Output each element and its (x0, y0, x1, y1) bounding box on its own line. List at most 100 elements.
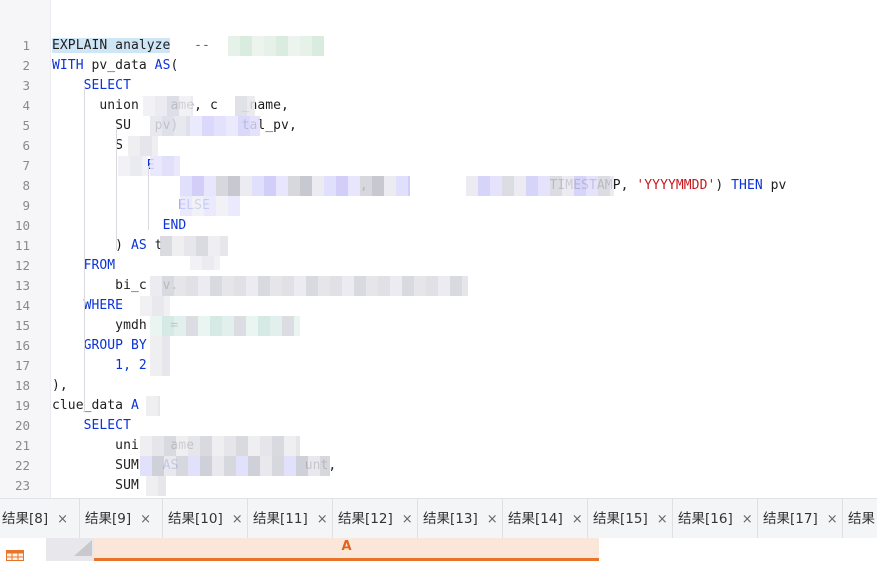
tab-divider (162, 499, 163, 539)
tab-divider (79, 499, 80, 539)
line-number: 16 (14, 338, 30, 353)
redaction-mosaic (118, 156, 148, 176)
redaction-mosaic (466, 176, 614, 196)
line-number: 11 (14, 238, 30, 253)
redaction-mosaic (146, 476, 166, 496)
sql-keyword: GROUP BY (83, 338, 147, 353)
redaction-mosaic (140, 436, 300, 456)
line-number: 2 (22, 58, 30, 73)
code-line: WITH pv_data AS( (52, 56, 178, 76)
code-token: ( (170, 58, 179, 73)
redaction-mosaic (150, 276, 468, 296)
result-tab-label: 结果[13] (423, 511, 478, 527)
close-icon[interactable]: × (140, 500, 151, 540)
code-line: , TIMESTAMP, 'YYYYMMDD') THEN pv (52, 176, 786, 196)
redaction-mosaic (143, 96, 193, 116)
close-icon[interactable]: × (487, 500, 498, 540)
redaction-mosaic (190, 116, 260, 136)
result-tab[interactable]: 结果[9] × (85, 499, 151, 539)
sql-keyword: FROM (83, 258, 116, 273)
line-number: 20 (14, 418, 30, 433)
result-tab-label: 结果[8] (2, 511, 49, 527)
close-icon[interactable]: × (657, 500, 668, 540)
close-icon[interactable]: × (742, 500, 753, 540)
line-number: 23 (14, 478, 30, 493)
tab-divider (842, 499, 843, 539)
close-icon[interactable]: × (317, 500, 328, 540)
sql-keyword: WITH (52, 58, 84, 73)
code-line: EXPLAIN analyze -- (52, 36, 210, 56)
close-icon[interactable]: × (827, 500, 838, 540)
result-tab-label: 结果[11] (253, 511, 308, 527)
tab-divider (757, 499, 758, 539)
code-line: SELECT (52, 416, 131, 436)
code-token: SU (52, 118, 131, 133)
sql-comment: -- (170, 38, 210, 53)
code-line: SUM (52, 476, 139, 496)
table-grid-icon[interactable] (6, 550, 24, 561)
line-number: 1 (22, 38, 30, 53)
code-token: SUM (52, 458, 139, 473)
sql-keyword: THEN (731, 178, 763, 193)
close-icon[interactable]: × (572, 500, 583, 540)
result-tab[interactable]: 结果 (848, 499, 875, 539)
result-tab-label: 结果[10] (168, 511, 223, 527)
result-tab-label: 结果[12] (338, 511, 393, 527)
tab-divider (502, 499, 503, 539)
code-token: ), (52, 378, 68, 393)
result-tab[interactable]: 结果[14] × (508, 499, 583, 539)
close-icon[interactable]: × (402, 500, 413, 540)
result-tab[interactable]: 结果[17] × (763, 499, 838, 539)
result-tab[interactable]: 结果[15] × (593, 499, 668, 539)
redaction-mosaic (140, 296, 170, 316)
result-tab[interactable]: 结果[12] × (338, 499, 413, 539)
line-number: 21 (14, 438, 30, 453)
redaction-mosaic (190, 256, 220, 270)
sql-string: 'YYYYMMDD' (636, 178, 716, 193)
code-token: EXPLAIN analyze (52, 38, 171, 53)
redaction-mosaic (150, 336, 170, 356)
result-tab[interactable]: 结果[16] × (678, 499, 753, 539)
redaction-mosaic (180, 176, 410, 196)
tab-divider (417, 499, 418, 539)
code-line: clue_data A (52, 396, 139, 416)
tab-divider (247, 499, 248, 539)
code-token: ) (52, 238, 131, 253)
line-number: 8 (22, 178, 30, 193)
result-tab-label: 结果[14] (508, 511, 563, 527)
code-token: ymdh (52, 318, 147, 333)
result-tab[interactable]: 结果[8] × (2, 499, 68, 539)
tab-divider (332, 499, 333, 539)
code-token: SUM (52, 478, 139, 493)
line-number: 10 (14, 218, 30, 233)
line-number: 13 (14, 278, 30, 293)
result-tab[interactable]: 结果[13] × (423, 499, 498, 539)
redaction-mosaic (140, 456, 330, 476)
redaction-mosaic (150, 356, 170, 376)
line-number: 5 (22, 118, 30, 133)
line-number: 9 (22, 198, 30, 213)
line-number: 17 (14, 358, 30, 373)
column-header-a[interactable]: A (94, 538, 599, 561)
sql-keyword: 1, 2 (52, 358, 147, 373)
line-number: 19 (14, 398, 30, 413)
line-number-gutter: 1 2 3 4 5 6 7 8 9 10 11 12 13 14 15 16 17 18 19 20 21 22 23 (0, 0, 51, 498)
line-number: 18 (14, 378, 30, 393)
sql-keyword: A (130, 398, 139, 413)
indent-guide (148, 166, 149, 230)
code-token: , (620, 178, 637, 193)
sql-editor[interactable]: 1 2 3 4 5 6 7 8 9 10 11 12 13 14 15 16 17 18 19 20 21 22 23 EX… (0, 0, 877, 498)
result-tab[interactable]: 结果[11] × (253, 499, 328, 539)
close-icon[interactable]: × (232, 500, 243, 540)
tab-divider (587, 499, 588, 539)
code-token: clue_data (52, 398, 131, 413)
result-tab[interactable]: 结果[10] × (168, 499, 243, 539)
redaction-mosaic (146, 396, 160, 416)
result-tab-label: 结果 (848, 511, 875, 527)
code-token: pv_data (83, 58, 155, 73)
close-icon[interactable]: × (57, 500, 68, 540)
sql-keyword: AS (130, 238, 147, 253)
